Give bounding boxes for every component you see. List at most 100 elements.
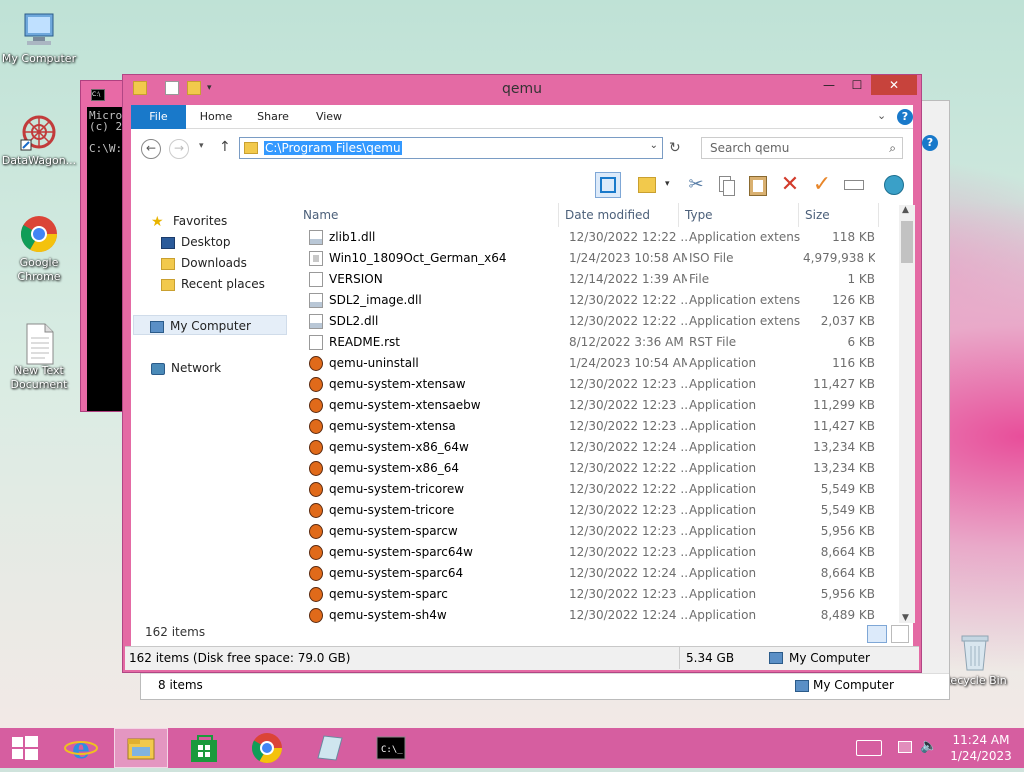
- tab-view[interactable]: View: [307, 105, 351, 129]
- folder-icon: [244, 142, 258, 154]
- file-row[interactable]: README.rst 8/12/2022 3:36 AM RST File 6 KB: [297, 332, 897, 353]
- file-row[interactable]: qemu-system-xtensa 12/30/2022 12:23 ... Ap…: [297, 416, 897, 437]
- network-status-icon[interactable]: [898, 741, 912, 753]
- search-input[interactable]: Search qemu ⌕: [701, 137, 903, 159]
- column-header-date[interactable]: Date modified: [559, 203, 679, 227]
- dll-file-icon: [309, 230, 323, 245]
- file-type: Application: [689, 545, 757, 559]
- help-icon[interactable]: ?: [897, 109, 913, 125]
- file-row[interactable]: qemu-system-tricore 12/30/2022 12:23 ... A…: [297, 500, 897, 521]
- iso-file-icon: [309, 251, 323, 266]
- properties-folder-icon[interactable]: [635, 172, 661, 198]
- taskbar-internet-explorer[interactable]: e: [54, 728, 108, 768]
- close-button[interactable]: ✕: [871, 75, 917, 95]
- forward-button[interactable]: →: [169, 139, 189, 159]
- nav-my-computer[interactable]: My Computer: [133, 315, 287, 335]
- nav-recent-label: Recent places: [181, 277, 265, 291]
- file-row[interactable]: qemu-system-tricorew 12/30/2022 12:22 ...…: [297, 479, 897, 500]
- delete-icon[interactable]: ✕: [777, 172, 803, 198]
- explorer-window[interactable]: ▾ qemu — ☐ ✕ File Home Share View ⌄ ? ← …: [122, 74, 922, 673]
- nav-downloads[interactable]: Downloads: [161, 253, 247, 273]
- refresh-icon[interactable]: ↻: [669, 140, 681, 156]
- up-arrow-icon[interactable]: ↑: [219, 139, 231, 155]
- file-name: qemu-system-x86_64: [329, 461, 459, 475]
- file-row[interactable]: qemu-system-sparc64 12/30/2022 12:24 ... A…: [297, 563, 897, 584]
- nav-recent-places[interactable]: Recent places: [161, 274, 265, 294]
- background-status-bar: 8 items My Computer: [141, 673, 949, 699]
- taskbar-notepad[interactable]: [302, 728, 356, 768]
- details-view-icon[interactable]: [867, 625, 887, 643]
- file-row[interactable]: SDL2_image.dll 12/30/2022 12:22 ... Applic…: [297, 290, 897, 311]
- file-row[interactable]: qemu-system-sparc 12/30/2022 12:23 ... App…: [297, 584, 897, 605]
- help-icon[interactable]: ?: [922, 135, 938, 151]
- column-header-type[interactable]: Type: [679, 203, 799, 227]
- taskbar-chrome[interactable]: [240, 728, 294, 768]
- file-type: Application extens...: [689, 230, 801, 244]
- tab-home[interactable]: Home: [193, 105, 239, 129]
- scroll-up-icon[interactable]: ▲: [902, 205, 909, 215]
- desktop-icon-my-computer[interactable]: My Computer: [1, 10, 77, 66]
- datawagon-icon: [19, 112, 59, 152]
- file-row[interactable]: qemu-system-sparc64w 12/30/2022 12:23 ...…: [297, 542, 897, 563]
- cut-icon[interactable]: ✂: [683, 172, 709, 198]
- svg-text:e: e: [72, 732, 90, 765]
- touch-keyboard-icon[interactable]: [856, 740, 882, 756]
- window-titlebar[interactable]: ▾ qemu — ☐ ✕: [123, 75, 921, 103]
- file-explorer-icon: [127, 738, 155, 760]
- file-row[interactable]: SDL2.dll 12/30/2022 12:22 ... Application …: [297, 311, 897, 332]
- background-status-count: 8 items: [158, 678, 203, 692]
- back-button[interactable]: ←: [141, 139, 161, 159]
- internet-explorer-icon: e: [64, 732, 98, 765]
- file-size: 5,549 KB: [820, 482, 875, 496]
- file-row[interactable]: VERSION 12/14/2022 1:39 AM File 1 KB: [297, 269, 897, 290]
- desktop-icon-google-chrome[interactable]: Google Chrome: [1, 214, 77, 284]
- checkmark-icon[interactable]: ✓: [809, 172, 835, 198]
- start-button[interactable]: [0, 728, 54, 768]
- copy-icon[interactable]: [713, 172, 739, 198]
- nav-network[interactable]: Network: [151, 358, 221, 378]
- volume-icon[interactable]: 🔈: [920, 738, 937, 754]
- system-clock[interactable]: 11:24 AM 1/24/2023: [948, 732, 1014, 764]
- preview-pane-icon[interactable]: [595, 172, 621, 198]
- taskbar-store[interactable]: [178, 728, 232, 768]
- file-row[interactable]: qemu-system-sparcw 12/30/2022 12:23 ... Ap…: [297, 521, 897, 542]
- rename-icon[interactable]: [841, 172, 867, 198]
- large-icons-view-icon[interactable]: [891, 625, 909, 643]
- scrollbar-thumb[interactable]: [901, 221, 913, 263]
- address-input[interactable]: C:\Program Files\qemu ⌄: [239, 137, 663, 159]
- column-header-size[interactable]: Size: [799, 203, 879, 227]
- network-globe-icon[interactable]: [881, 172, 907, 198]
- taskbar-command-prompt[interactable]: C:\_: [364, 728, 418, 768]
- nav-favorites[interactable]: ★ Favorites: [151, 211, 227, 231]
- qemu-app-icon: [309, 566, 323, 581]
- file-row[interactable]: qemu-system-xtensaw 12/30/2022 12:23 ... A…: [297, 374, 897, 395]
- file-row[interactable]: Win10_1809Oct_German_x64 1/24/2023 10:58 …: [297, 248, 897, 269]
- file-type: Application: [689, 440, 757, 454]
- store-icon: [191, 735, 217, 762]
- nav-desktop[interactable]: Desktop: [161, 232, 231, 252]
- qemu-app-icon: [309, 419, 323, 434]
- tab-share[interactable]: Share: [249, 105, 297, 129]
- file-row[interactable]: qemu-system-sh4w 12/30/2022 12:24 ... Appl…: [297, 605, 897, 625]
- file-size: 5,956 KB: [820, 587, 875, 601]
- scroll-down-icon[interactable]: ▼: [902, 613, 909, 623]
- recent-locations-icon[interactable]: ▾: [199, 141, 204, 151]
- file-row[interactable]: qemu-uninstall 1/24/2023 10:54 AM Applicat…: [297, 353, 897, 374]
- paste-icon[interactable]: [745, 172, 771, 198]
- file-row[interactable]: qemu-system-x86_64w 12/30/2022 12:24 ... A…: [297, 437, 897, 458]
- chevron-down-icon[interactable]: ▾: [665, 179, 670, 189]
- maximize-button[interactable]: ☐: [843, 75, 871, 95]
- vertical-scrollbar[interactable]: ▲ ▼: [899, 205, 915, 623]
- desktop-icon-new-text-document[interactable]: New Text Document: [1, 322, 77, 392]
- file-row[interactable]: zlib1.dll 12/30/2022 12:22 ... Application…: [297, 227, 897, 248]
- taskbar-file-explorer[interactable]: [114, 728, 168, 768]
- minimize-button[interactable]: —: [815, 75, 843, 95]
- file-date: 12/30/2022 12:22 ...: [569, 293, 687, 307]
- column-header-name[interactable]: Name: [297, 203, 559, 227]
- expand-ribbon-icon[interactable]: ⌄: [877, 109, 886, 122]
- file-row[interactable]: qemu-system-x86_64 12/30/2022 12:22 ... Ap…: [297, 458, 897, 479]
- tab-file[interactable]: File: [131, 105, 186, 129]
- file-row[interactable]: qemu-system-xtensaebw 12/30/2022 12:23 ..…: [297, 395, 897, 416]
- desktop-icon-datawagon[interactable]: DataWagon...: [1, 112, 77, 168]
- chevron-down-icon[interactable]: ⌄: [650, 140, 658, 151]
